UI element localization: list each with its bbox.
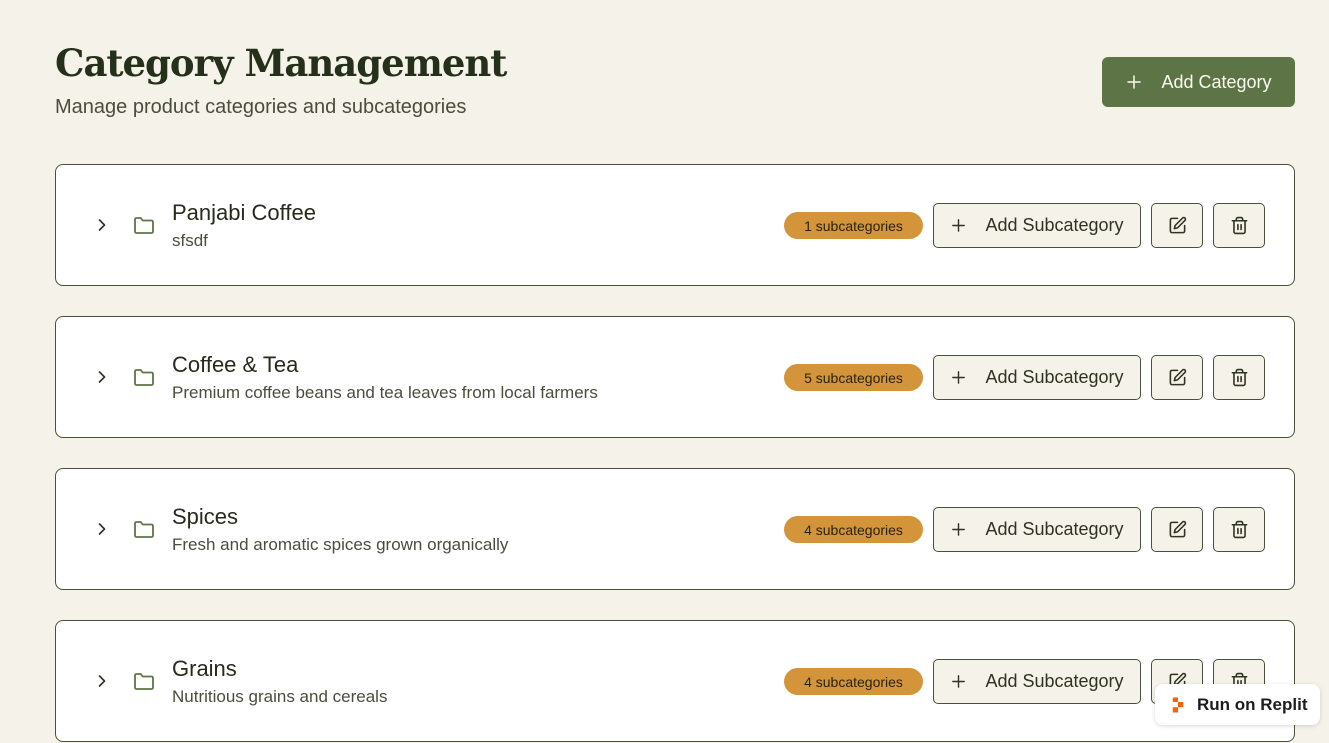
category-name: Grains bbox=[172, 656, 237, 681]
category-text: Grains Nutritious grains and cereals bbox=[172, 655, 387, 707]
delete-category-button[interactable] bbox=[1213, 203, 1265, 248]
category-card: Coffee & Tea Premium coffee beans and te… bbox=[55, 316, 1295, 438]
folder-icon bbox=[134, 217, 154, 234]
subcategory-count-badge: 4 subcategories bbox=[784, 668, 923, 695]
category-name: Panjabi Coffee bbox=[172, 200, 316, 225]
add-subcategory-button[interactable]: Add Subcategory bbox=[933, 659, 1141, 704]
edit-category-button[interactable] bbox=[1151, 203, 1203, 248]
category-description: Fresh and aromatic spices grown organica… bbox=[172, 535, 509, 554]
category-text: Coffee & Tea Premium coffee beans and te… bbox=[172, 351, 598, 403]
edit-category-button[interactable] bbox=[1151, 355, 1203, 400]
edit-icon bbox=[1169, 368, 1186, 386]
category-management-page: Category Management Manage product categ… bbox=[0, 0, 1329, 743]
category-text: Panjabi Coffee sfsdf bbox=[172, 199, 316, 251]
edit-icon bbox=[1169, 520, 1186, 538]
plus-icon bbox=[952, 675, 966, 688]
delete-category-button[interactable] bbox=[1213, 507, 1265, 552]
add-subcategory-label: Add Subcategory bbox=[985, 671, 1124, 691]
category-description: Premium coffee beans and tea leaves from… bbox=[172, 383, 598, 402]
page-title: Category Management bbox=[55, 41, 507, 85]
add-subcategory-label: Add Subcategory bbox=[985, 367, 1124, 387]
category-description: Nutritious grains and cereals bbox=[172, 687, 388, 706]
chevron-right-icon[interactable] bbox=[92, 367, 112, 387]
run-on-replit-button[interactable]: Run on Replit bbox=[1155, 684, 1320, 725]
plus-icon bbox=[952, 219, 966, 232]
trash-icon bbox=[1231, 368, 1247, 387]
replit-logo-icon bbox=[1172, 697, 1184, 712]
add-subcategory-button[interactable]: Add Subcategory bbox=[933, 355, 1141, 400]
chevron-right-icon[interactable] bbox=[92, 519, 112, 539]
add-subcategory-label: Add Subcategory bbox=[985, 519, 1124, 539]
folder-icon bbox=[134, 521, 154, 538]
plus-icon bbox=[952, 523, 966, 536]
category-name: Spices bbox=[172, 504, 239, 529]
folder-icon bbox=[134, 673, 154, 690]
category-card: Grains Nutritious grains and cereals 4 s… bbox=[55, 620, 1295, 742]
folder-icon bbox=[134, 369, 154, 386]
edit-category-button[interactable] bbox=[1151, 507, 1203, 552]
category-text: Spices Fresh and aromatic spices grown o… bbox=[172, 503, 508, 555]
add-category-button[interactable]: Add Category bbox=[1102, 57, 1295, 107]
subcategory-count-badge: 1 subcategories bbox=[784, 212, 923, 239]
category-card: Spices Fresh and aromatic spices grown o… bbox=[55, 468, 1295, 590]
add-category-label: Add Category bbox=[1161, 71, 1272, 92]
category-description: sfsdf bbox=[172, 231, 208, 250]
trash-icon bbox=[1231, 216, 1247, 235]
add-subcategory-button[interactable]: Add Subcategory bbox=[933, 203, 1141, 248]
delete-category-button[interactable] bbox=[1213, 355, 1265, 400]
plus-icon bbox=[1127, 75, 1142, 89]
category-card: Panjabi Coffee sfsdf 1 subcategories Add… bbox=[55, 164, 1295, 286]
category-name: Coffee & Tea bbox=[172, 352, 299, 377]
plus-icon bbox=[952, 371, 966, 384]
page-subtitle: Manage product categories and subcategor… bbox=[55, 96, 467, 118]
add-subcategory-label: Add Subcategory bbox=[985, 215, 1124, 235]
category-list: Panjabi Coffee sfsdf 1 subcategories Add… bbox=[55, 164, 1295, 743]
trash-icon bbox=[1231, 520, 1247, 539]
edit-icon bbox=[1169, 216, 1186, 234]
subcategory-count-badge: 5 subcategories bbox=[784, 364, 923, 391]
add-subcategory-button[interactable]: Add Subcategory bbox=[933, 507, 1141, 552]
chevron-right-icon[interactable] bbox=[92, 215, 112, 235]
subcategory-count-badge: 4 subcategories bbox=[784, 516, 923, 543]
chevron-right-icon[interactable] bbox=[92, 671, 112, 691]
page-header: Category Management Manage product categ… bbox=[55, 40, 507, 119]
run-on-replit-label: Run on Replit bbox=[1197, 694, 1308, 714]
